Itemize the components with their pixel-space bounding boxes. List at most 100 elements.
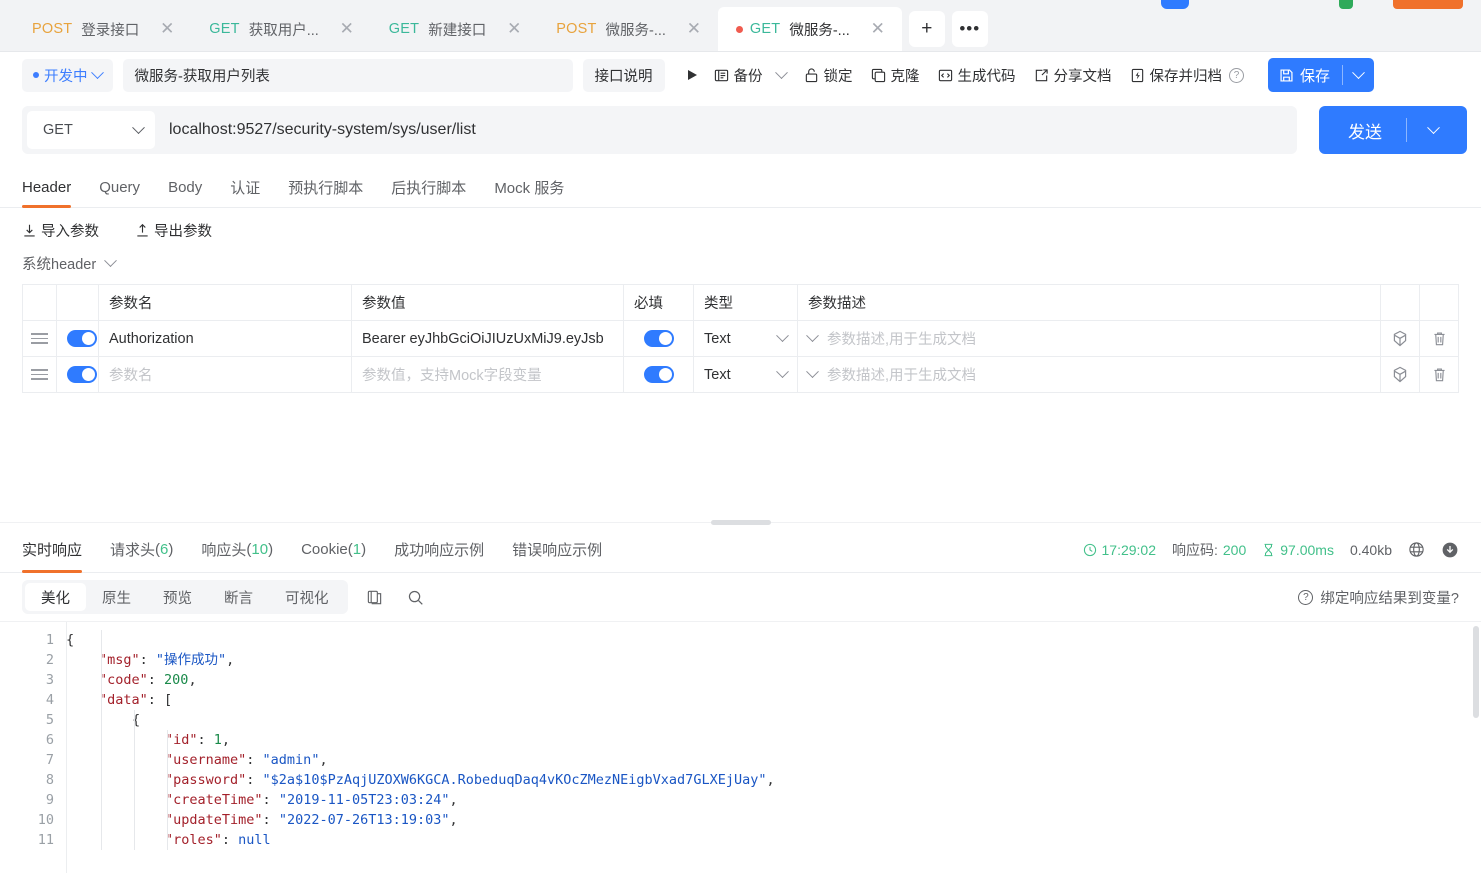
response-tab-1[interactable]: 实时响应: [22, 527, 96, 573]
download-icon: [1441, 541, 1459, 559]
row-required-toggle[interactable]: [644, 366, 674, 383]
tab-item[interactable]: GET微服务-...✕: [718, 7, 902, 51]
response-tab-5[interactable]: 成功响应示例: [380, 527, 498, 573]
chevron-down-icon[interactable]: [1427, 121, 1440, 134]
row-enable-toggle[interactable]: [67, 366, 97, 383]
request-tab-5[interactable]: 预执行脚本: [274, 168, 377, 208]
save-dropdown-button[interactable]: [1343, 71, 1374, 80]
header-param-value: 参数值: [352, 285, 624, 321]
row-type-select[interactable]: Text: [694, 321, 798, 357]
row-param-value-value: 参数值，支持Mock字段变量: [362, 368, 542, 384]
save-archive-button[interactable]: 保存并归档 ?: [1122, 59, 1253, 91]
row-delete-button[interactable]: [1430, 331, 1448, 347]
chevron-down-icon[interactable]: [806, 365, 819, 378]
row-drag-handle[interactable]: [23, 357, 57, 393]
run-button[interactable]: [681, 59, 704, 91]
chevron-down-icon: [91, 66, 104, 79]
splitter-grip[interactable]: [711, 520, 771, 525]
row-type-select[interactable]: Text: [694, 357, 798, 393]
plus-icon: +: [921, 18, 932, 40]
tab-close-button[interactable]: ✕: [338, 21, 356, 38]
header-box: [1381, 285, 1420, 321]
api-title-input[interactable]: 微服务-获取用户列表: [123, 59, 573, 92]
save-button[interactable]: 保存: [1268, 58, 1374, 92]
viewer-mode-3[interactable]: 预览: [147, 583, 208, 611]
network-button[interactable]: [1408, 541, 1425, 558]
generate-code-button[interactable]: 生成代码: [930, 59, 1024, 91]
request-tab-4[interactable]: 认证: [216, 168, 274, 208]
row-param-value-input[interactable]: 参数值，支持Mock字段变量: [352, 357, 624, 393]
tab-method: POST: [32, 21, 72, 37]
viewer-mode-4[interactable]: 断言: [208, 583, 269, 611]
code-line: "username": "admin",: [66, 750, 1481, 770]
response-tab-4[interactable]: Cookie(1): [287, 527, 380, 573]
tab-item[interactable]: GET新建接口✕: [371, 7, 538, 51]
tab-close-button[interactable]: ✕: [869, 21, 887, 38]
search-response-button[interactable]: [401, 589, 430, 606]
request-tab-3[interactable]: Body: [154, 168, 216, 208]
row-box-button[interactable]: [1391, 330, 1409, 347]
tab-close-button[interactable]: ✕: [505, 21, 523, 38]
request-tab-7[interactable]: Mock 服务: [480, 168, 578, 208]
drag-icon[interactable]: [33, 333, 46, 344]
request-tab-1[interactable]: Header: [22, 168, 85, 208]
request-tab-6[interactable]: 后执行脚本: [377, 168, 480, 208]
viewer-mode-5[interactable]: 可视化: [269, 583, 345, 611]
new-tab-button[interactable]: +: [909, 11, 945, 47]
download-response-button[interactable]: [1441, 541, 1459, 559]
request-tab-label: Query: [99, 179, 140, 196]
row-param-value-input[interactable]: Bearer eyJhbGciOiJIUzUxMiJ9.eyJsb: [352, 321, 624, 357]
lock-button[interactable]: 锁定: [796, 59, 861, 91]
response-tab-3[interactable]: 响应头(10): [187, 527, 287, 573]
api-description-button[interactable]: 接口说明: [583, 59, 665, 92]
code-line: "code": 200,: [66, 670, 1481, 690]
send-button[interactable]: 发送: [1319, 106, 1467, 154]
clone-button[interactable]: 克隆: [863, 59, 928, 91]
row-required-toggle[interactable]: [644, 330, 674, 347]
share-doc-label: 分享文档: [1054, 65, 1112, 86]
line-number: 1: [0, 630, 54, 650]
row-enable-cell: [57, 357, 99, 393]
url-input[interactable]: [155, 121, 1292, 139]
params-table: 参数名 参数值 必填 类型 参数描述 AuthorizationBearer e…: [22, 284, 1459, 393]
response-tab-6[interactable]: 错误响应示例: [498, 527, 616, 573]
tab-close-button[interactable]: ✕: [685, 21, 703, 38]
row-delete-button[interactable]: [1430, 367, 1448, 383]
tab-item[interactable]: POST微服务-...✕: [538, 7, 718, 51]
panel-splitter[interactable]: [0, 517, 1481, 527]
row-box-button[interactable]: [1391, 366, 1409, 383]
row-param-name-input[interactable]: 参数名: [99, 357, 352, 393]
backup-label: 备份: [734, 65, 763, 86]
copy-response-button[interactable]: [360, 589, 389, 606]
code-scrollbar[interactable]: [1473, 626, 1479, 718]
request-tab-2[interactable]: Query: [85, 168, 154, 208]
response-tab-2[interactable]: 请求头(6): [96, 527, 187, 573]
row-drag-handle[interactable]: [23, 321, 57, 357]
params-table-wrap: 参数名 参数值 必填 类型 参数描述 AuthorizationBearer e…: [0, 284, 1481, 393]
row-enable-cell: [57, 321, 99, 357]
tab-more-button[interactable]: •••: [952, 11, 988, 47]
api-status-select[interactable]: 开发中: [22, 59, 113, 92]
row-description-value: 参数描述,用于生成文档: [827, 364, 976, 385]
tab-item[interactable]: GET获取用户...✕: [191, 7, 371, 51]
drag-icon[interactable]: [33, 369, 46, 380]
json-response-body[interactable]: {"msg": "操作成功","code": 200,"data": [{"id…: [66, 622, 1481, 850]
viewer-mode-2[interactable]: 原生: [86, 583, 147, 611]
system-header-toggle[interactable]: 系统header: [0, 241, 137, 284]
http-method-select[interactable]: GET: [27, 111, 155, 149]
row-param-name-input[interactable]: Authorization: [99, 321, 352, 357]
share-doc-button[interactable]: 分享文档: [1026, 59, 1120, 91]
bind-response-variable-button[interactable]: ? 绑定响应结果到变量?: [1296, 587, 1459, 608]
chevron-down-icon[interactable]: [806, 329, 819, 342]
backup-button[interactable]: 备份: [706, 59, 794, 91]
row-description-input[interactable]: 参数描述,用于生成文档: [798, 357, 1381, 393]
help-icon[interactable]: ?: [1229, 68, 1244, 83]
import-params-button[interactable]: 导入参数: [22, 220, 99, 241]
row-enable-toggle[interactable]: [67, 330, 97, 347]
response-code-viewer[interactable]: 1234567891011 {"msg": "操作成功","code": 200…: [0, 621, 1481, 873]
tab-item[interactable]: POST登录接口✕: [14, 7, 191, 51]
export-params-button[interactable]: 导出参数: [135, 220, 212, 241]
viewer-mode-1[interactable]: 美化: [25, 583, 86, 611]
row-description-input[interactable]: 参数描述,用于生成文档: [798, 321, 1381, 357]
tab-close-button[interactable]: ✕: [158, 21, 176, 38]
